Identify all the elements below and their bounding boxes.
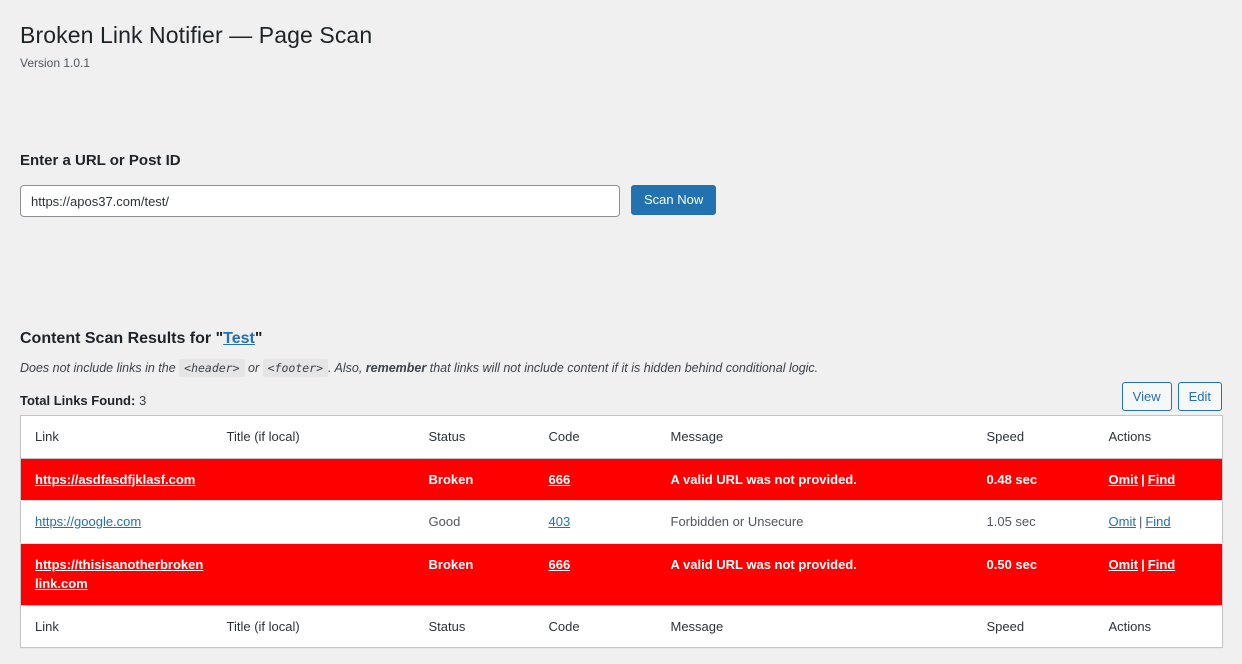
view-button[interactable]: View	[1122, 382, 1172, 411]
cell-link: https://thisisanotherbrokenlink.com	[21, 543, 217, 605]
view-edit-button-group: View Edit	[1122, 382, 1222, 411]
url-form-row: Scan Now	[20, 185, 1220, 217]
footer-header-status[interactable]: Status	[419, 605, 539, 648]
total-links-count: 3	[139, 393, 146, 408]
footer-header-actions: Actions	[1099, 605, 1223, 648]
footer-tag-code: <footer>	[263, 359, 328, 377]
note-or: or	[248, 361, 259, 375]
column-header-status[interactable]: Status	[419, 416, 539, 459]
url-field-label: Enter a URL or Post ID	[20, 152, 1220, 169]
find-link[interactable]: Find	[1148, 472, 1175, 487]
results-heading-suffix: "	[255, 330, 263, 347]
cell-speed: 0.50 sec	[977, 543, 1099, 605]
column-header-speed[interactable]: Speed	[977, 416, 1099, 459]
note-text-2: . Also,	[328, 361, 362, 375]
totals-row: Total Links Found: 3 View Edit	[20, 378, 1222, 412]
note-text-1: Does not include links in the	[20, 361, 176, 375]
action-separator: |	[1138, 557, 1148, 572]
footer-header-title[interactable]: Title (if local)	[217, 605, 419, 648]
results-heading-prefix: Content Scan Results for "	[20, 330, 223, 347]
column-header-code[interactable]: Code	[539, 416, 661, 459]
footer-header-code[interactable]: Code	[539, 605, 661, 648]
cell-actions: Omit|Find	[1099, 458, 1223, 501]
link-url[interactable]: https://google.com	[35, 514, 141, 529]
column-header-title[interactable]: Title (if local)	[217, 416, 419, 459]
omit-link[interactable]: Omit	[1109, 557, 1139, 572]
find-link[interactable]: Find	[1148, 557, 1175, 572]
cell-message: A valid URL was not provided.	[661, 543, 977, 605]
cell-status: Broken	[419, 543, 539, 605]
scan-now-button[interactable]: Scan Now	[631, 185, 716, 215]
table-head: Link Title (if local) Status Code Messag…	[21, 416, 1223, 459]
page-container: Broken Link Notifier — Page Scan Version…	[0, 0, 1242, 664]
cell-speed: 0.48 sec	[977, 458, 1099, 501]
action-separator: |	[1138, 472, 1148, 487]
table-row: https://asdfasdfjklasf.com Broken 666 A …	[21, 458, 1223, 501]
edit-button[interactable]: Edit	[1178, 382, 1222, 411]
cell-actions: Omit|Find	[1099, 543, 1223, 605]
results-section: Content Scan Results for "Test" Does not…	[20, 328, 1222, 648]
footer-header-speed[interactable]: Speed	[977, 605, 1099, 648]
cell-actions: Omit|Find	[1099, 501, 1223, 544]
cell-status: Good	[419, 501, 539, 544]
action-separator: |	[1136, 514, 1145, 529]
cell-code: 403	[539, 501, 661, 544]
footer-header-message[interactable]: Message	[661, 605, 977, 648]
cell-speed: 1.05 sec	[977, 501, 1099, 544]
cell-code: 666	[539, 543, 661, 605]
total-links-label: Total Links Found:	[20, 393, 135, 408]
table-row: https://google.com Good 403 Forbidden or…	[21, 501, 1223, 544]
url-input[interactable]	[20, 185, 620, 217]
column-header-message[interactable]: Message	[661, 416, 977, 459]
note-text-3: that links will not include content if i…	[430, 361, 818, 375]
page-title: Broken Link Notifier — Page Scan	[20, 0, 1222, 51]
table-footer-row: Link Title (if local) Status Code Messag…	[21, 605, 1223, 648]
scanned-page-link[interactable]: Test	[223, 330, 255, 347]
note-emphasis: remember	[366, 361, 426, 375]
cell-title	[217, 501, 419, 544]
results-heading: Content Scan Results for "Test"	[20, 328, 1222, 350]
omit-link[interactable]: Omit	[1109, 472, 1139, 487]
cell-link: https://google.com	[21, 501, 217, 544]
scan-form: Enter a URL or Post ID Scan Now	[20, 152, 1220, 217]
cell-message: Forbidden or Unsecure	[661, 501, 977, 544]
column-header-link[interactable]: Link	[21, 416, 217, 459]
cell-message: A valid URL was not provided.	[661, 458, 977, 501]
table-header-row: Link Title (if local) Status Code Messag…	[21, 416, 1223, 459]
cell-code: 666	[539, 458, 661, 501]
cell-status: Broken	[419, 458, 539, 501]
table-row: https://thisisanotherbrokenlink.com Brok…	[21, 543, 1223, 605]
cell-link: https://asdfasdfjklasf.com	[21, 458, 217, 501]
table-body: https://asdfasdfjklasf.com Broken 666 A …	[21, 458, 1223, 605]
code-link[interactable]: 666	[549, 472, 571, 487]
version-label: Version 1.0.1	[20, 51, 1222, 70]
table-foot: Link Title (if local) Status Code Messag…	[21, 605, 1223, 648]
cell-title	[217, 458, 419, 501]
column-header-actions: Actions	[1099, 416, 1223, 459]
cell-title	[217, 543, 419, 605]
code-link[interactable]: 666	[549, 557, 571, 572]
link-url[interactable]: https://asdfasdfjklasf.com	[35, 472, 195, 487]
omit-link[interactable]: Omit	[1109, 514, 1136, 529]
link-url[interactable]: https://thisisanotherbrokenlink.com	[35, 557, 203, 592]
find-link[interactable]: Find	[1145, 514, 1170, 529]
footer-header-link[interactable]: Link	[21, 605, 217, 648]
code-link[interactable]: 403	[549, 514, 571, 529]
links-results-table: Link Title (if local) Status Code Messag…	[20, 415, 1223, 648]
results-note: Does not include links in the <header> o…	[20, 350, 1222, 378]
total-links-found: Total Links Found: 3	[20, 393, 146, 408]
header-tag-code: <header>	[179, 359, 244, 377]
